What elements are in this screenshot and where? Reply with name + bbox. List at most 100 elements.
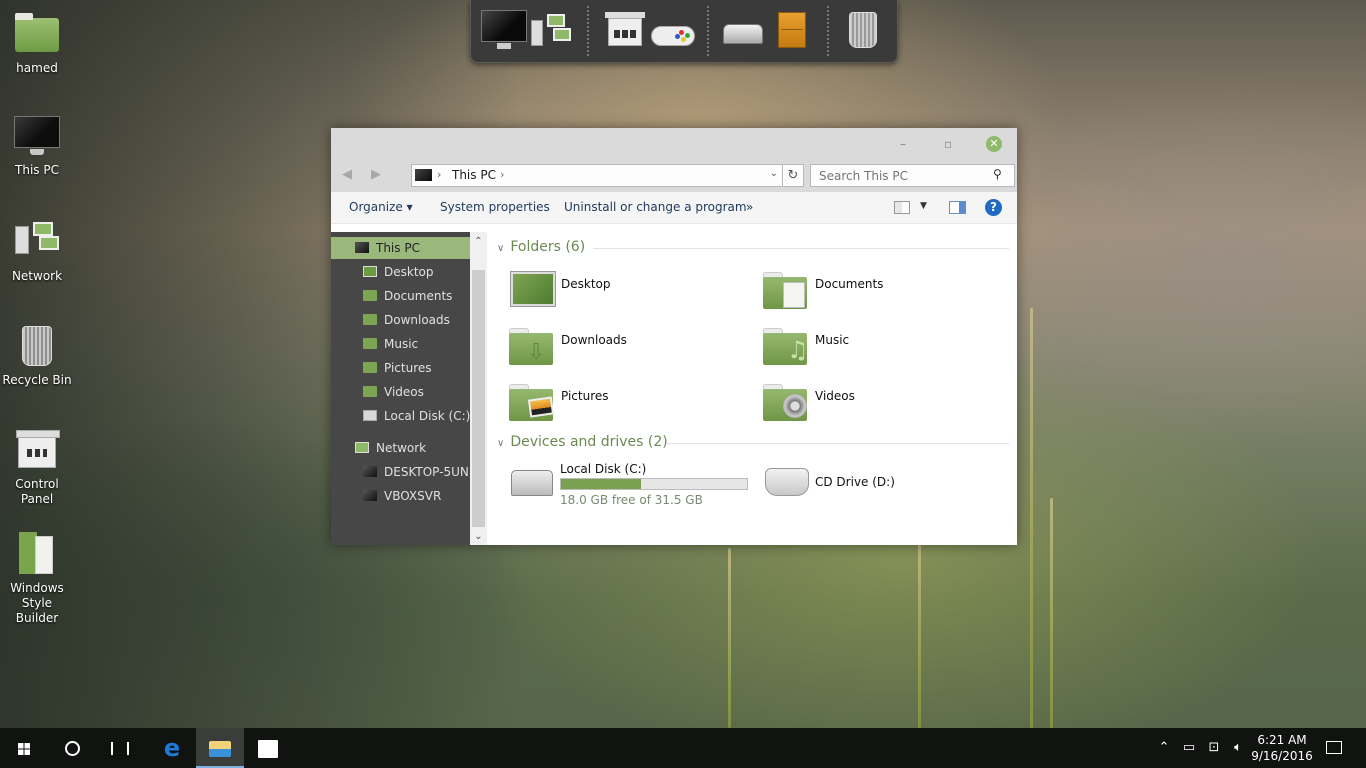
breadcrumb-separator[interactable]: › xyxy=(500,168,504,181)
desktop-icon-network[interactable]: Network xyxy=(0,218,74,284)
clock-date: 9/16/2016 xyxy=(1251,749,1313,763)
breadcrumb-this-pc[interactable]: This PC xyxy=(452,168,496,182)
gamepad-icon[interactable] xyxy=(651,8,695,52)
group-heading-text: Devices and drives (2) xyxy=(510,434,668,450)
edge-browser-icon: e xyxy=(163,734,181,762)
forward-button[interactable]: ▶ xyxy=(371,167,381,182)
this-pc-icon[interactable] xyxy=(481,8,529,52)
folder-tile-pictures[interactable]: Pictures xyxy=(509,380,749,426)
maximize-button[interactable]: ▫ xyxy=(939,135,957,153)
search-icon[interactable]: ⚲ xyxy=(993,167,1009,181)
control-panel-icon[interactable] xyxy=(605,8,645,52)
nav-item-documents[interactable]: Documents xyxy=(331,285,470,307)
scroll-up-button[interactable]: ⌃ xyxy=(470,234,487,250)
address-bar[interactable]: › This PC › ⌄ xyxy=(411,164,783,187)
drive-tile-cd-drive[interactable]: CD Drive (D:) xyxy=(763,460,1003,508)
nav-item-downloads[interactable]: Downloads xyxy=(331,309,470,331)
folder-label: Music xyxy=(815,333,850,347)
this-pc-icon xyxy=(355,242,369,253)
desktop-icon-hamed[interactable]: hamed xyxy=(0,10,74,76)
nav-item-label: Network xyxy=(376,441,427,455)
folder-tile-videos[interactable]: Videos xyxy=(763,380,1003,426)
nav-item-label: Local Disk (C:) xyxy=(384,409,470,423)
network-icon[interactable] xyxy=(531,8,575,52)
store-taskbar-button[interactable] xyxy=(244,728,292,768)
back-button[interactable]: ◀ xyxy=(342,167,352,182)
edge-taskbar-button[interactable]: e xyxy=(148,728,196,768)
scroll-thumb[interactable] xyxy=(472,270,485,527)
nav-item-network[interactable]: Network xyxy=(331,437,470,459)
documents-folder-icon xyxy=(363,290,377,301)
clock-time: 6:21 AM xyxy=(1257,733,1307,747)
close-button[interactable]: ✕ xyxy=(986,136,1002,152)
nav-item-vboxsvr[interactable]: VBOXSVR xyxy=(331,485,470,507)
organize-button[interactable]: Organize ▾ xyxy=(349,200,413,214)
nav-item-local-disk-c[interactable]: Local Disk (C:) xyxy=(331,405,470,427)
recycle-bin-icon[interactable] xyxy=(847,8,879,52)
downloads-folder-icon xyxy=(363,314,377,325)
system-clock[interactable]: 6:21 AM 9/16/2016 xyxy=(1250,732,1314,764)
videos-folder-icon xyxy=(363,386,377,397)
hard-drive-icon xyxy=(511,470,553,496)
preview-pane-icon[interactable] xyxy=(949,201,966,214)
uninstall-program-button[interactable]: Uninstall or change a program xyxy=(564,200,747,214)
nav-item-label: Downloads xyxy=(384,313,450,327)
hard-drive-icon[interactable] xyxy=(723,8,763,52)
dock-separator xyxy=(827,6,829,56)
folder-tile-downloads[interactable]: ⇩ Downloads xyxy=(509,324,749,370)
scroll-down-button[interactable]: ⌄ xyxy=(470,529,487,545)
folder-tile-desktop[interactable]: Desktop xyxy=(509,268,749,314)
nav-item-music[interactable]: Music xyxy=(331,333,470,355)
dock-separator xyxy=(587,6,589,56)
view-options-dropdown[interactable]: ▼ xyxy=(920,201,927,211)
nav-item-videos[interactable]: Videos xyxy=(331,381,470,403)
music-folder-icon xyxy=(363,338,377,349)
desktop-icon-recycle-bin[interactable]: Recycle Bin xyxy=(0,322,74,388)
start-button[interactable] xyxy=(0,728,48,768)
search-input[interactable] xyxy=(810,164,1015,187)
system-properties-button[interactable]: System properties xyxy=(440,200,550,214)
change-view-icon[interactable] xyxy=(894,201,910,214)
nav-item-pictures[interactable]: Pictures xyxy=(331,357,470,379)
folder-tile-documents[interactable]: Documents xyxy=(763,268,1003,314)
title-bar[interactable]: – ▫ ✕ xyxy=(331,128,1017,159)
collapse-chevron-icon[interactable]: ∨ xyxy=(497,243,504,254)
power-battery-icon[interactable]: ▭ xyxy=(1180,728,1198,768)
network-icon xyxy=(355,442,369,453)
desktop-icon-label: Control Panel xyxy=(15,477,59,506)
nav-item-desktop[interactable]: Desktop xyxy=(331,261,470,283)
action-center-button[interactable] xyxy=(1322,728,1346,768)
volume-icon[interactable]: 🔈︎ xyxy=(1228,728,1248,768)
minimize-button[interactable]: – xyxy=(894,135,912,153)
pictures-folder-icon xyxy=(509,384,555,422)
desktop-icon-this-pc[interactable]: This PC xyxy=(0,112,74,178)
desktop-icon-label: hamed xyxy=(16,61,58,75)
network-warning-icon[interactable]: ⊡ xyxy=(1204,728,1224,768)
show-hidden-icons-button[interactable]: ⌃ xyxy=(1156,728,1172,768)
desktop-icon-control-panel[interactable]: Control Panel xyxy=(0,426,74,507)
wallpaper-grass xyxy=(1030,308,1033,728)
group-heading-text: Folders (6) xyxy=(510,239,586,255)
nav-item-desktop-5unli[interactable]: DESKTOP-5UNLI xyxy=(331,461,470,483)
drive-tile-local-disk[interactable]: Local Disk (C:) 18.0 GB free of 31.5 GB xyxy=(509,460,749,508)
cortana-button[interactable] xyxy=(48,728,96,768)
folder-tile-music[interactable]: ♫ Music xyxy=(763,324,1003,370)
collapse-chevron-icon[interactable]: ∨ xyxy=(497,438,504,449)
folder-label: Videos xyxy=(815,389,855,403)
task-view-button[interactable] xyxy=(96,728,144,768)
address-dropdown-icon[interactable]: ⌄ xyxy=(770,168,778,179)
cortana-circle-icon xyxy=(64,741,80,756)
nav-pane-scrollbar[interactable]: ⌃ ⌄ xyxy=(470,232,487,545)
folders-group-header[interactable]: ∨ Folders (6) xyxy=(497,239,585,255)
file-cabinet-icon[interactable] xyxy=(778,8,808,52)
devices-group-header[interactable]: ∨ Devices and drives (2) xyxy=(497,434,668,450)
more-commands-button[interactable]: » xyxy=(746,200,753,214)
control-panel-icon xyxy=(13,426,61,474)
cd-drive-icon xyxy=(765,468,809,496)
refresh-button[interactable]: ↻ xyxy=(783,164,804,187)
nav-item-this-pc[interactable]: This PC xyxy=(331,237,470,259)
file-explorer-icon xyxy=(209,740,231,757)
help-icon[interactable]: ? xyxy=(985,199,1002,216)
desktop-icon-style-builder[interactable]: Windows Style Builder xyxy=(0,530,74,626)
file-explorer-taskbar-button[interactable] xyxy=(196,728,244,768)
